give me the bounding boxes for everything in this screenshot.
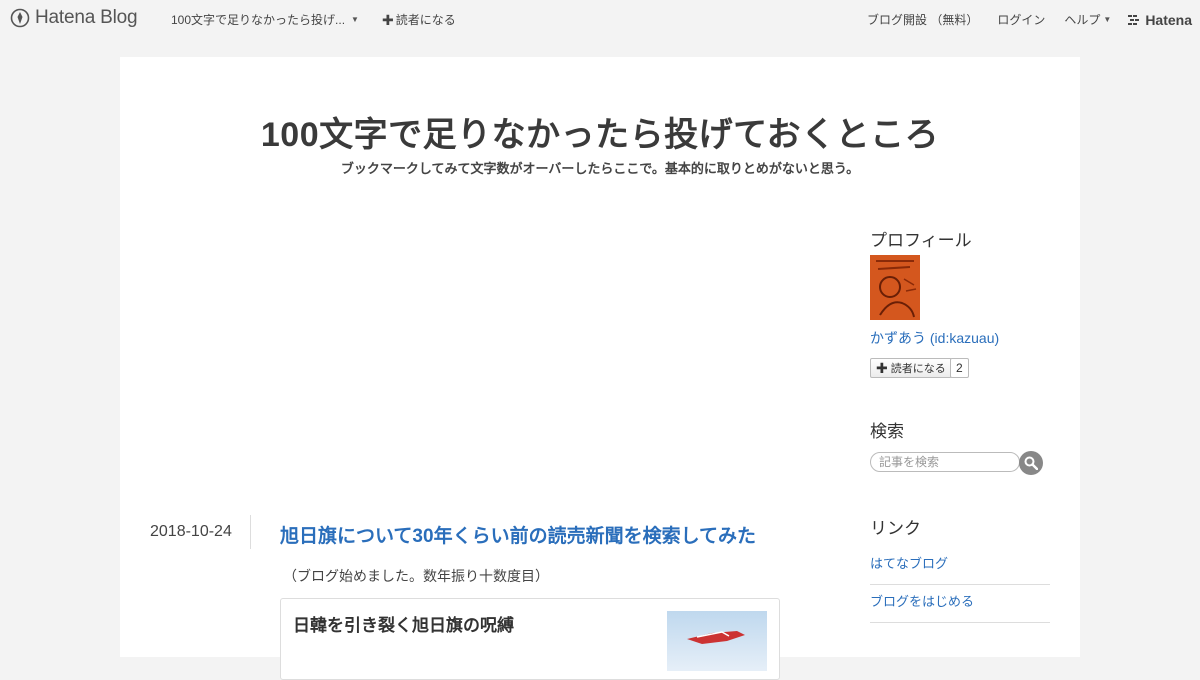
header-subscribe-button[interactable]: ✚ 読者になる [382,11,456,28]
entry-divider [250,515,251,549]
link-hatena-blog[interactable]: はてなブログ [870,553,1050,585]
embed-thumbnail [667,611,767,671]
profile-module-title: プロフィール [870,231,972,250]
search-button[interactable] [1019,451,1043,475]
search-module-title: 検索 [870,422,904,441]
hatena-logo-icon [1128,14,1140,25]
search-input[interactable] [870,452,1020,472]
ad-space [150,217,850,487]
login-link[interactable]: ログイン [997,11,1045,28]
avatar[interactable] [870,255,920,320]
profile-name-link[interactable]: かずあう (id:kazuau) [870,328,999,348]
plus-icon: ✚ [876,359,888,376]
subscriber-count[interactable]: 2 [950,358,969,378]
help-label: ヘルプ [1064,13,1101,27]
hatena-label: Hatena [1145,11,1192,28]
entry-intro: （ブログ始めました。数年振り十数度目） [283,568,549,584]
blog-title[interactable]: 100文字で足りなかったら投げておくところ [120,107,1080,156]
links-module-title: リンク [870,519,921,538]
blog-name-dropdown[interactable]: 100文字で足りなかったら投げ... ▼ [171,11,359,28]
blog-name-label: 100文字で足りなかったら投げ... [171,13,346,27]
entry-date[interactable]: 2018-10-24 [150,523,232,541]
plus-icon: ✚ [382,11,394,28]
global-header: Hatena Blog 100文字で足りなかったら投げ... ▼ ✚ 読者になる… [0,0,1200,36]
embed-title: 日韓を引き裂く旭日旗の呪縛 [293,616,514,635]
link-start-blog[interactable]: ブログをはじめる [870,591,1050,623]
logo-text: Hatena Blog [35,7,138,28]
chevron-down-icon: ▼ [351,15,359,24]
entry-title-link[interactable]: 旭日旗について30年くらい前の読売新聞を検索してみた [280,521,756,548]
embed-card[interactable]: 日韓を引き裂く旭日旗の呪縛 [280,598,780,680]
search-icon [1024,456,1038,470]
hatena-logo[interactable]: Hatena [1128,12,1192,28]
blog-description: ブックマークしてみて文字数がオーバーしたらここで。基本的に取りとめがないと思う。 [340,161,860,176]
blog-container: 100文字で足りなかったら投げておくところ ブックマークしてみて文字数がオーバー… [120,57,1080,680]
chevron-down-icon: ▼ [1103,15,1112,24]
hatena-pen-icon [10,8,30,28]
subscribe-button[interactable]: ✚ 読者になる [870,358,952,378]
header-right-menu: ブログ開設 （無料） ログイン ヘルプ ▼ Hatena [848,11,1192,28]
hatena-blog-logo[interactable]: Hatena Blog [10,7,138,29]
subscribe-button-label: 読者になる [890,363,946,375]
header-subscribe-label: 読者になる [395,13,456,27]
open-blog-link[interactable]: ブログ開設 （無料） [867,11,978,28]
help-dropdown[interactable]: ヘルプ ▼ [1064,11,1111,28]
